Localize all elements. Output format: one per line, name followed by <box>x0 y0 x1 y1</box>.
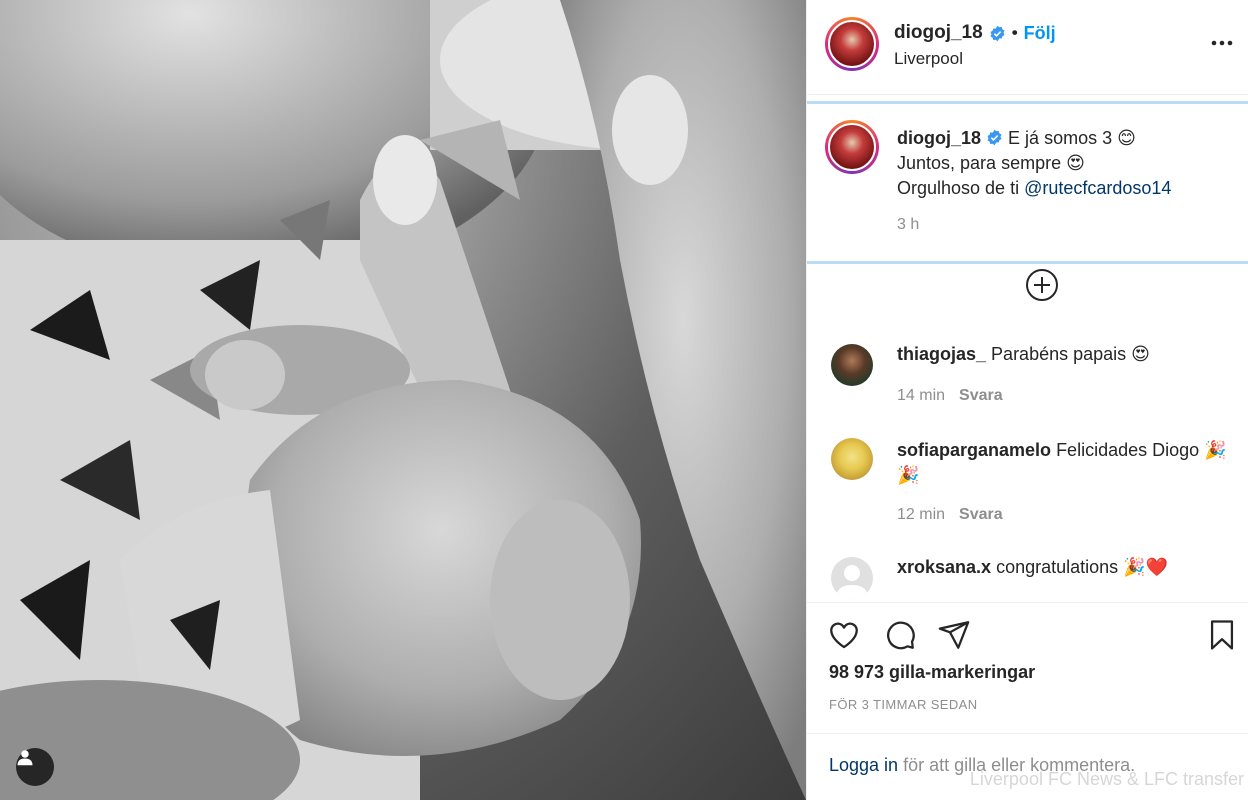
post-side-panel: diogoj_18 • Följ Liverpool diogoj_18 E j… <box>806 0 1248 800</box>
photo-illustration <box>0 0 806 800</box>
more-options-icon[interactable] <box>1207 28 1237 58</box>
verified-badge-icon <box>989 25 1006 42</box>
actions-divider <box>807 602 1248 603</box>
post-header: diogoj_18 • Följ Liverpool <box>807 0 1248 94</box>
user-tag-button[interactable] <box>16 748 54 786</box>
caption-line-1: E já somos 3 😊 <box>1008 128 1136 148</box>
heart-icon[interactable] <box>827 618 861 652</box>
comment-icon[interactable] <box>883 618 917 652</box>
likes-count[interactable]: 98 973 gilla-markeringar <box>829 662 1035 683</box>
caption-mention-link[interactable]: @rutecfcardoso14 <box>1024 178 1171 198</box>
author-username[interactable]: diogoj_18 <box>894 22 983 44</box>
login-link[interactable]: Logga in <box>829 755 898 775</box>
watermark-text: Liverpool FC News & LFC transfer <box>969 769 1244 789</box>
post-caption: diogoj_18 E já somos 3 😊 Juntos, para se… <box>807 108 1248 258</box>
commenter-avatar[interactable] <box>831 557 873 599</box>
action-bar <box>807 612 1248 658</box>
caption-line-3: Orgulhoso de ti <box>897 178 1025 198</box>
share-icon[interactable] <box>937 618 971 652</box>
commenter-avatar[interactable] <box>831 344 873 386</box>
verified-badge-icon <box>986 129 1003 146</box>
caption-highlight-top <box>807 101 1248 104</box>
caption-line-2: Juntos, para sempre 😍 <box>897 153 1085 173</box>
reply-button[interactable]: Svara <box>959 506 1003 523</box>
comment-text: Parabéns papais 😍 <box>991 344 1150 364</box>
commenter-username[interactable]: xroksana.x <box>897 557 991 577</box>
caption-username[interactable]: diogoj_18 <box>897 128 981 148</box>
header-divider <box>807 94 1248 95</box>
commenter-username[interactable]: thiagojas_ <box>897 344 986 364</box>
reply-button[interactable]: Svara <box>959 387 1003 404</box>
follow-button[interactable]: Följ <box>1024 23 1056 44</box>
plus-circle-icon <box>1026 269 1058 301</box>
caption-timestamp[interactable]: 3 h <box>897 216 919 234</box>
comment-text: congratulations 🎉❤️ <box>996 557 1168 577</box>
posted-time[interactable]: FÖR 3 TIMMAR SEDAN <box>829 697 978 712</box>
load-more-comments-button[interactable] <box>1025 268 1059 302</box>
author-avatar[interactable] <box>825 17 879 71</box>
post-location[interactable]: Liverpool <box>894 49 963 69</box>
caption-highlight-bottom <box>807 261 1248 264</box>
comment-time[interactable]: 14 min <box>897 387 945 404</box>
user-tag-icon <box>17 750 33 766</box>
footer-divider <box>807 733 1248 734</box>
commenter-username[interactable]: sofiaparganamelo <box>897 440 1051 460</box>
separator-dot: • <box>1011 23 1018 42</box>
caption-author-avatar[interactable] <box>825 120 879 174</box>
post-photo[interactable] <box>0 0 806 800</box>
bookmark-icon[interactable] <box>1205 618 1239 652</box>
commenter-avatar[interactable] <box>831 438 873 480</box>
comment-time[interactable]: 12 min <box>897 506 945 523</box>
